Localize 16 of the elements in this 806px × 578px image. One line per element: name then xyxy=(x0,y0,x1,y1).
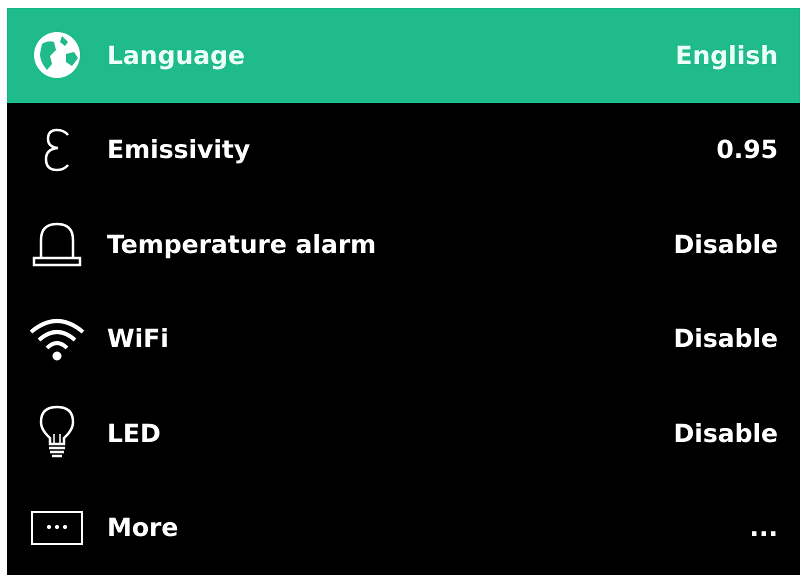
setting-value: Disable xyxy=(674,418,778,450)
setting-label: Language xyxy=(107,40,246,72)
setting-label: Temperature alarm xyxy=(107,228,376,260)
setting-label: More xyxy=(107,512,178,544)
more-icon xyxy=(30,510,84,546)
setting-label: Emissivity xyxy=(107,134,250,166)
setting-value: Disable xyxy=(674,228,778,260)
setting-value: 0.95 xyxy=(716,134,778,166)
setting-label: WiFi xyxy=(107,323,169,355)
setting-value: ... xyxy=(750,512,778,544)
setting-value: Disable xyxy=(674,323,778,355)
alarm-icon xyxy=(31,220,83,268)
setting-label: LED xyxy=(107,418,161,450)
globe-icon xyxy=(32,30,82,80)
setting-value: English xyxy=(675,40,778,72)
epsilon-icon xyxy=(42,126,72,173)
